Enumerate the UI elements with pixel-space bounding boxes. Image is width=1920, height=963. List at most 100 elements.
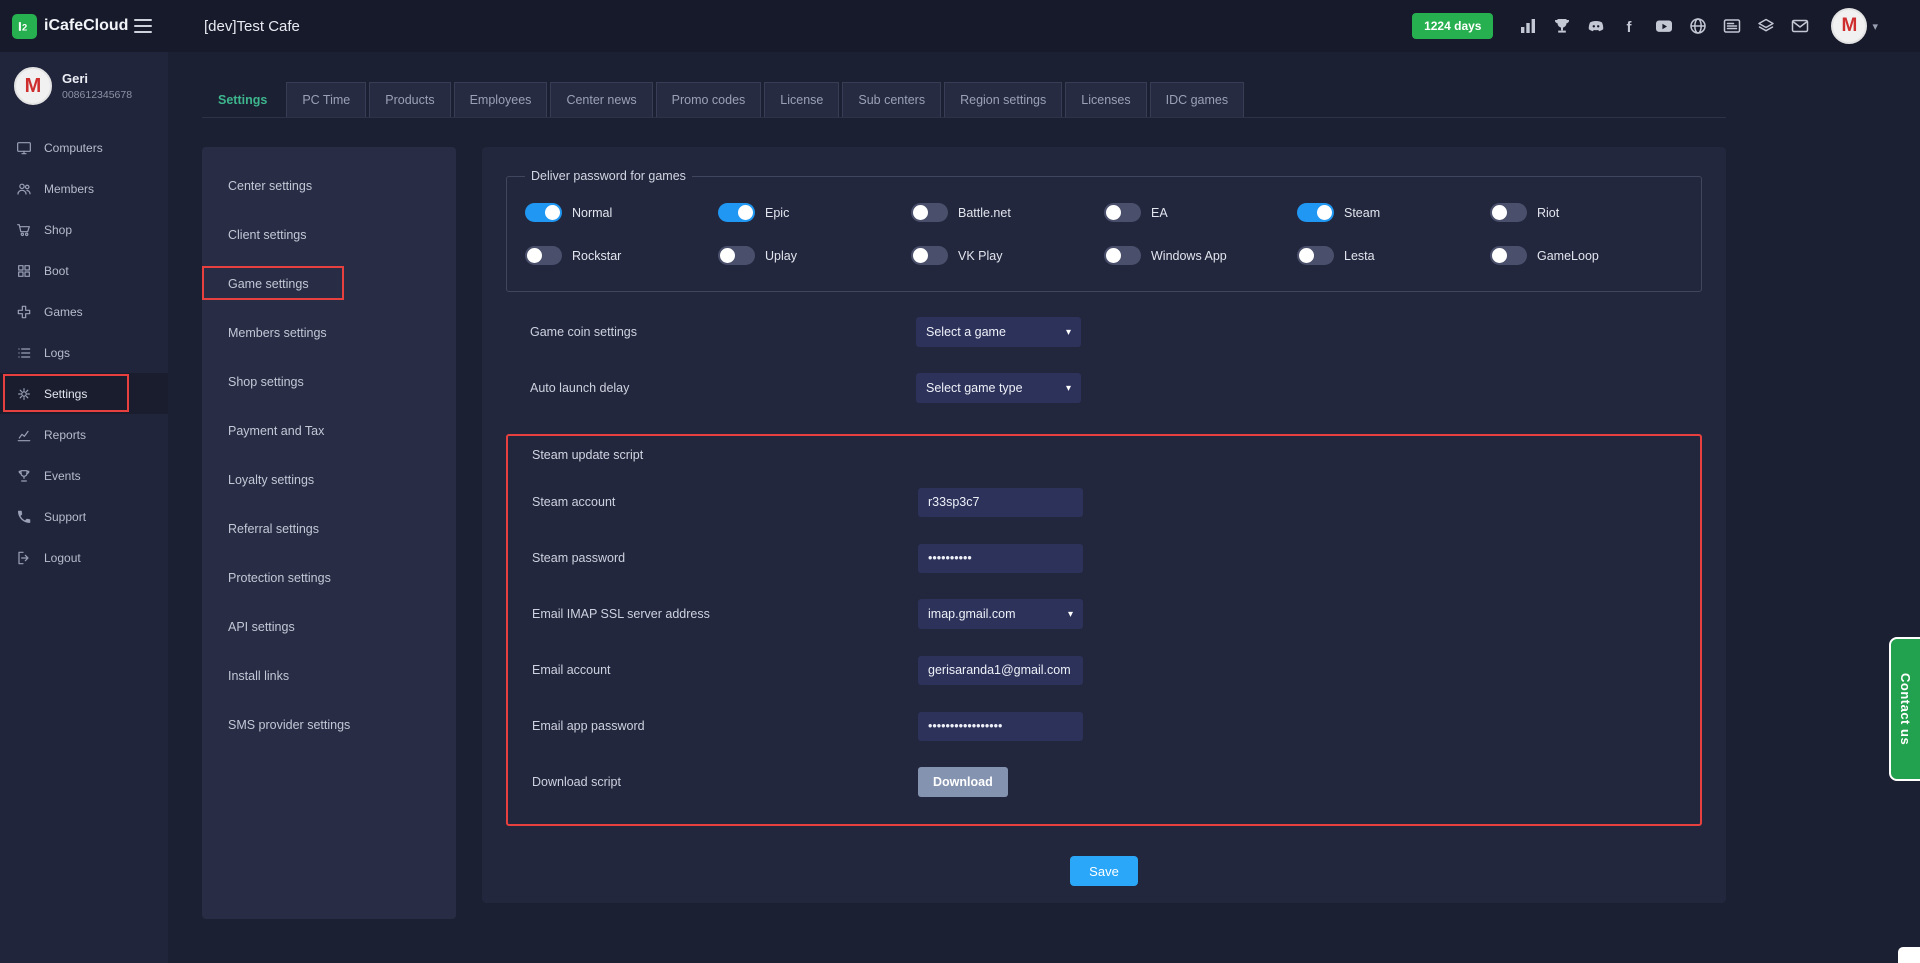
auto-launch-row: Auto launch delay Select game type ▾ [506, 372, 1702, 404]
toggle-switch[interactable] [525, 203, 562, 222]
download-script-row: Download script Download [508, 766, 1700, 798]
globe-icon[interactable] [1685, 13, 1711, 39]
nav-shop-settings[interactable]: Shop settings [202, 357, 456, 406]
nav-referral-settings[interactable]: Referral settings [202, 504, 456, 553]
sidebar-item-settings[interactable]: Settings [0, 373, 168, 414]
user-avatar: M [14, 67, 52, 105]
toggle-riot: Riot [1490, 203, 1683, 222]
sidebar-item-events[interactable]: Events [0, 455, 168, 496]
chevron-down-icon: ▾ [1068, 609, 1073, 620]
contact-us-tab[interactable]: Contact us [1889, 637, 1920, 781]
imap-server-select[interactable]: imap.gmail.com ▾ [918, 599, 1083, 629]
game-coin-row: Game coin settings Select a game ▾ [506, 316, 1702, 348]
trophy-icon[interactable] [1549, 13, 1575, 39]
tab-idc-games[interactable]: IDC games [1150, 82, 1245, 117]
tab-sub-centers[interactable]: Sub centers [842, 82, 941, 117]
email-app-password-input[interactable] [918, 712, 1083, 741]
analytics-icon[interactable] [1515, 13, 1541, 39]
steam-section-title: Steam update script [508, 448, 1700, 462]
sidebar-item-boot[interactable]: Boot [0, 250, 168, 291]
download-button[interactable]: Download [918, 767, 1008, 797]
toggle-switch[interactable] [911, 203, 948, 222]
sidebar-item-label: Boot [44, 264, 69, 278]
brand-name: iCafeCloud [44, 17, 128, 35]
toggle-switch[interactable] [718, 246, 755, 265]
tab-center-news[interactable]: Center news [550, 82, 652, 117]
toggle-uplay: Uplay [718, 246, 911, 265]
sidebar-item-label: Shop [44, 223, 72, 237]
list-icon [16, 345, 32, 361]
discord-icon[interactable] [1583, 13, 1609, 39]
tab-employees[interactable]: Employees [454, 82, 548, 117]
chevron-down-icon: ▾ [1066, 327, 1071, 338]
chevron-down-icon: ▾ [1872, 20, 1878, 33]
nav-protection-settings[interactable]: Protection settings [202, 553, 456, 602]
tab-license[interactable]: License [764, 82, 839, 117]
nav-loyalty-settings[interactable]: Loyalty settings [202, 455, 456, 504]
grid-icon [16, 263, 32, 279]
tab-licenses[interactable]: Licenses [1065, 82, 1146, 117]
tab-promo-codes[interactable]: Promo codes [656, 82, 762, 117]
svg-text:2: 2 [22, 22, 27, 32]
phone-icon [16, 509, 32, 525]
chat-widget-corner[interactable] [1898, 947, 1920, 963]
account-menu[interactable]: M ▾ [1831, 8, 1878, 44]
tab-region-settings[interactable]: Region settings [944, 82, 1062, 117]
tab-pc-time[interactable]: PC Time [286, 82, 366, 117]
toggle-switch[interactable] [1490, 203, 1527, 222]
steam-account-input[interactable] [918, 488, 1083, 517]
toggle-switch[interactable] [911, 246, 948, 265]
toggle-switch[interactable] [1104, 203, 1141, 222]
nav-api-settings[interactable]: API settings [202, 602, 456, 651]
news-icon[interactable] [1719, 13, 1745, 39]
toggle-switch[interactable] [1297, 246, 1334, 265]
members-icon [16, 181, 32, 197]
brand-logo[interactable]: 2 iCafeCloud [12, 14, 128, 39]
nav-client-settings[interactable]: Client settings [202, 210, 456, 259]
sidebar-item-label: Support [44, 510, 86, 524]
sidebar-item-support[interactable]: Support [0, 496, 168, 537]
youtube-icon[interactable] [1651, 13, 1677, 39]
sidebar-item-shop[interactable]: Shop [0, 209, 168, 250]
sidebar-item-label: Logs [44, 346, 70, 360]
facebook-icon[interactable]: f [1617, 13, 1643, 39]
steam-password-input[interactable] [918, 544, 1083, 573]
sidebar-item-members[interactable]: Members [0, 168, 168, 209]
steam-password-label: Steam password [532, 551, 918, 565]
toggle-normal: Normal [525, 203, 718, 222]
sidebar-item-logout[interactable]: Logout [0, 537, 168, 578]
download-script-label: Download script [532, 775, 918, 789]
toggle-switch[interactable] [1104, 246, 1141, 265]
tab-settings[interactable]: Settings [202, 82, 283, 117]
nav-game-settings[interactable]: Game settings [202, 259, 456, 308]
toggle-switch[interactable] [718, 203, 755, 222]
sidebar-menu: Computers Members Shop Boot Games Logs [0, 127, 168, 578]
settings-nav: Center settings Client settings Game set… [202, 147, 456, 919]
chart-line-icon [16, 427, 32, 443]
sidebar-item-reports[interactable]: Reports [0, 414, 168, 455]
toggle-switch[interactable] [525, 246, 562, 265]
hamburger-menu-icon[interactable] [134, 19, 152, 33]
nav-members-settings[interactable]: Members settings [202, 308, 456, 357]
tab-products[interactable]: Products [369, 82, 450, 117]
email-account-input[interactable] [918, 656, 1083, 685]
auto-launch-select[interactable]: Select game type ▾ [916, 373, 1081, 403]
toggle-switch[interactable] [1490, 246, 1527, 265]
user-name: Geri [62, 71, 132, 86]
sidebar-item-games[interactable]: Games [0, 291, 168, 332]
layers-icon[interactable] [1753, 13, 1779, 39]
save-button[interactable]: Save [1070, 856, 1138, 886]
nav-payment-and-tax[interactable]: Payment and Tax [202, 406, 456, 455]
sidebar-item-computers[interactable]: Computers [0, 127, 168, 168]
game-coin-select[interactable]: Select a game ▾ [916, 317, 1081, 347]
game-coin-label: Game coin settings [530, 325, 916, 339]
mail-icon[interactable] [1787, 13, 1813, 39]
main-area: Settings PC Time Products Employees Cent… [168, 52, 1920, 963]
sidebar-item-logs[interactable]: Logs [0, 332, 168, 373]
sidebar-item-label: Logout [44, 551, 81, 565]
nav-sms-provider-settings[interactable]: SMS provider settings [202, 700, 456, 749]
nav-install-links[interactable]: Install links [202, 651, 456, 700]
toggle-switch[interactable] [1297, 203, 1334, 222]
email-app-password-row: Email app password [508, 710, 1700, 742]
nav-center-settings[interactable]: Center settings [202, 161, 456, 210]
